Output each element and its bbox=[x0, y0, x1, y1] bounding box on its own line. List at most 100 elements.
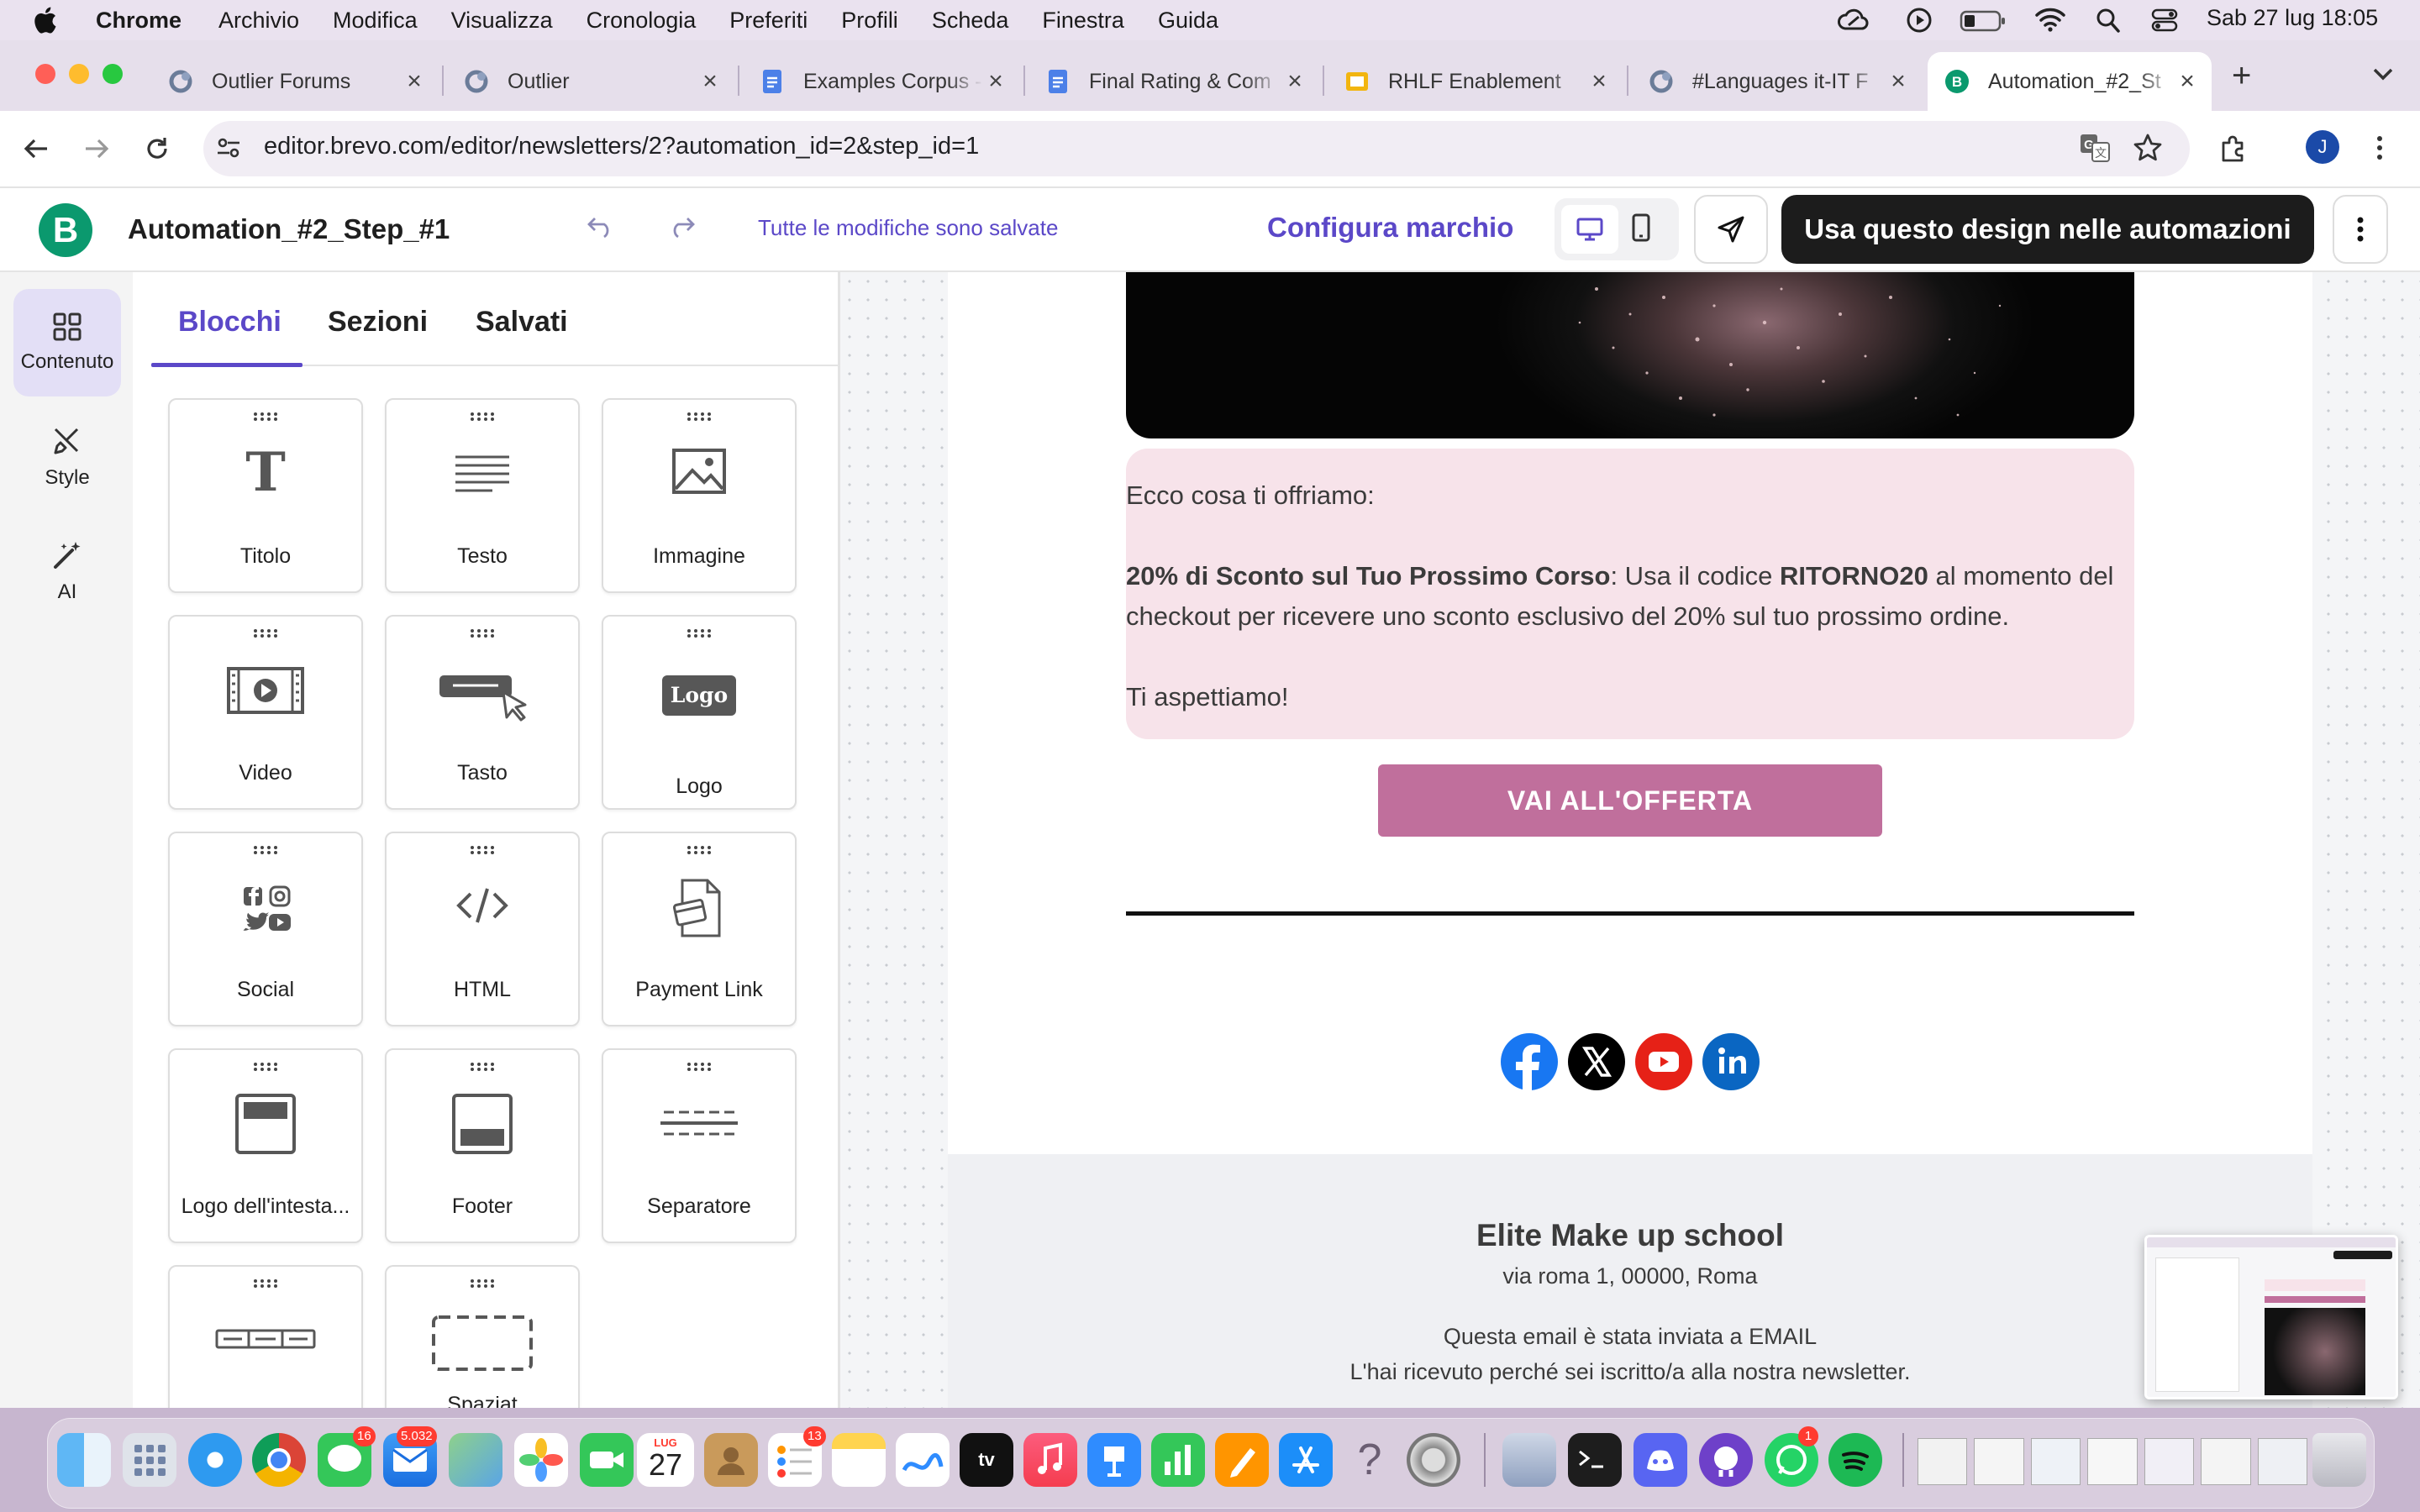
creative-cloud-icon[interactable] bbox=[1837, 7, 1870, 34]
menu-scheda[interactable]: Scheda bbox=[932, 8, 1009, 34]
drag-handle-icon[interactable] bbox=[253, 845, 278, 855]
new-tab-button[interactable]: + bbox=[2232, 59, 2251, 92]
tab-close-icon[interactable]: × bbox=[983, 67, 1008, 96]
offer-cta-button[interactable]: VAI ALL'OFFERTA bbox=[1378, 764, 1882, 837]
trash-icon[interactable] bbox=[2312, 1433, 2366, 1487]
block-logo-intestazione[interactable]: Logo dell'intesta... bbox=[168, 1048, 363, 1243]
tab-outlier[interactable]: Outlier × bbox=[447, 52, 734, 111]
block-titolo[interactable]: T Titolo bbox=[168, 398, 363, 593]
drag-handle-icon[interactable] bbox=[470, 628, 495, 638]
numbers-icon[interactable] bbox=[1151, 1433, 1205, 1487]
menu-cronologia[interactable]: Cronologia bbox=[587, 8, 697, 34]
tab-rhlf-enablement[interactable]: RHLF Enablement × bbox=[1328, 52, 1623, 111]
wifi-icon[interactable] bbox=[2035, 7, 2065, 32]
tab-close-icon[interactable]: × bbox=[2175, 67, 2200, 96]
forward-icon[interactable] bbox=[82, 134, 111, 163]
drag-handle-icon[interactable] bbox=[687, 412, 712, 422]
pages-icon[interactable] bbox=[1215, 1433, 1269, 1487]
block-spaziatore[interactable]: Spaziat bbox=[385, 1265, 580, 1408]
system-settings-icon[interactable] bbox=[1407, 1433, 1460, 1487]
block-testo[interactable]: Testo bbox=[385, 398, 580, 593]
drag-handle-icon[interactable] bbox=[687, 628, 712, 638]
drag-handle-icon[interactable] bbox=[687, 1062, 712, 1072]
reload-icon[interactable] bbox=[143, 134, 171, 163]
tab-search-chevron-icon[interactable] bbox=[2371, 64, 2395, 84]
block-video[interactable]: Video bbox=[168, 615, 363, 810]
launchpad-icon[interactable] bbox=[123, 1433, 176, 1487]
block-immagine[interactable]: Immagine bbox=[602, 398, 797, 593]
menu-preferiti[interactable]: Preferiti bbox=[729, 8, 808, 34]
menubar-clock[interactable]: Sab 27 lug 18:05 bbox=[2207, 5, 2378, 31]
github-icon[interactable] bbox=[1699, 1433, 1753, 1487]
window-close-button[interactable] bbox=[35, 64, 55, 84]
play-circle-icon[interactable] bbox=[1906, 7, 1933, 34]
appletv-icon[interactable]: tv bbox=[960, 1433, 1013, 1487]
facebook-icon[interactable] bbox=[1501, 1033, 1558, 1090]
linkedin-icon[interactable] bbox=[1702, 1033, 1760, 1090]
drag-handle-icon[interactable] bbox=[253, 412, 278, 422]
menu-finestra[interactable]: Finestra bbox=[1042, 8, 1124, 34]
control-center-icon[interactable] bbox=[2151, 8, 2178, 32]
window-zoom-button[interactable] bbox=[103, 64, 123, 84]
drag-handle-icon[interactable] bbox=[253, 628, 278, 638]
apple-icon[interactable] bbox=[32, 6, 57, 34]
email-footer[interactable]: Elite Make up school via roma 1, 00000, … bbox=[948, 1154, 2312, 1408]
campaign-title[interactable]: Automation_#2_Step_#1 bbox=[128, 213, 450, 245]
rail-item-ai[interactable]: AI bbox=[13, 517, 121, 625]
music-icon[interactable] bbox=[1023, 1433, 1077, 1487]
drag-handle-icon[interactable] bbox=[253, 1062, 278, 1072]
brevo-logo[interactable]: B bbox=[39, 203, 92, 257]
tab-close-icon[interactable]: × bbox=[1586, 67, 1612, 96]
drag-handle-icon[interactable] bbox=[470, 1278, 495, 1289]
spotify-icon[interactable] bbox=[1828, 1433, 1882, 1487]
profile-avatar[interactable]: J bbox=[2306, 130, 2339, 164]
drag-handle-icon[interactable] bbox=[470, 845, 495, 855]
undo-icon[interactable] bbox=[587, 213, 615, 239]
tab-examples-corpus[interactable]: Examples Corpus - × bbox=[743, 52, 1020, 111]
menu-profili[interactable]: Profili bbox=[841, 8, 898, 34]
rail-item-contenuto[interactable]: Contenuto bbox=[13, 289, 121, 396]
drag-handle-icon[interactable] bbox=[470, 1062, 495, 1072]
tab-close-icon[interactable]: × bbox=[1886, 67, 1911, 96]
translate-icon[interactable]: G文 bbox=[2079, 133, 2111, 163]
rail-item-style[interactable]: Style bbox=[13, 403, 121, 511]
notes-icon[interactable] bbox=[832, 1433, 886, 1487]
menu-archivio[interactable]: Archivio bbox=[218, 8, 299, 34]
maps-icon[interactable] bbox=[449, 1433, 502, 1487]
calendar-icon[interactable]: LUG 27 bbox=[637, 1433, 694, 1487]
tab-close-icon[interactable]: × bbox=[697, 67, 723, 96]
safari-icon[interactable] bbox=[188, 1433, 242, 1487]
preview-icon[interactable] bbox=[1502, 1433, 1556, 1487]
terminal-icon[interactable] bbox=[1568, 1433, 1622, 1487]
redo-icon[interactable] bbox=[667, 213, 696, 239]
tab-blocchi[interactable]: Blocchi bbox=[178, 306, 281, 339]
tab-close-icon[interactable]: × bbox=[1282, 67, 1307, 96]
brand-config-link[interactable]: Configura marchio bbox=[1267, 212, 1513, 244]
finder-icon[interactable] bbox=[57, 1433, 111, 1487]
dock-recent-windows[interactable] bbox=[1918, 1438, 2307, 1485]
block-separatore[interactable]: Separatore bbox=[602, 1048, 797, 1243]
drag-handle-icon[interactable] bbox=[253, 1278, 278, 1289]
block-payment-link[interactable]: Payment Link bbox=[602, 832, 797, 1026]
discord-icon[interactable] bbox=[1634, 1433, 1687, 1487]
bookmark-star-icon[interactable] bbox=[2133, 133, 2163, 163]
desktop-view-button[interactable] bbox=[1561, 205, 1618, 254]
more-options-button[interactable] bbox=[2333, 195, 2388, 264]
use-design-button[interactable]: Usa questo design nelle automazioni bbox=[1781, 195, 2314, 264]
tab-sezioni[interactable]: Sezioni bbox=[328, 306, 428, 339]
send-test-button[interactable] bbox=[1694, 195, 1768, 264]
back-icon[interactable] bbox=[22, 134, 50, 163]
facetime-icon[interactable] bbox=[580, 1433, 634, 1487]
email-text-block[interactable]: Ecco cosa ti offriamo: 20% di Sconto sul… bbox=[1126, 449, 2134, 739]
site-settings-icon[interactable] bbox=[215, 134, 242, 161]
x-icon[interactable] bbox=[1568, 1033, 1625, 1090]
chrome-icon[interactable] bbox=[252, 1433, 306, 1487]
tab-automation-active[interactable]: B Automation_#2_St × bbox=[1928, 52, 2212, 111]
youtube-icon[interactable] bbox=[1635, 1033, 1692, 1090]
tab-outlier-forums[interactable]: Outlier Forums × bbox=[151, 52, 439, 111]
tab-final-rating[interactable]: Final Rating & Com × bbox=[1028, 52, 1319, 111]
extensions-puzzle-icon[interactable] bbox=[2218, 133, 2249, 163]
url-text[interactable]: editor.brevo.com/editor/newsletters/2?au… bbox=[264, 133, 979, 160]
mobile-view-button[interactable] bbox=[1630, 213, 1652, 242]
block-tasto[interactable]: Tasto bbox=[385, 615, 580, 810]
